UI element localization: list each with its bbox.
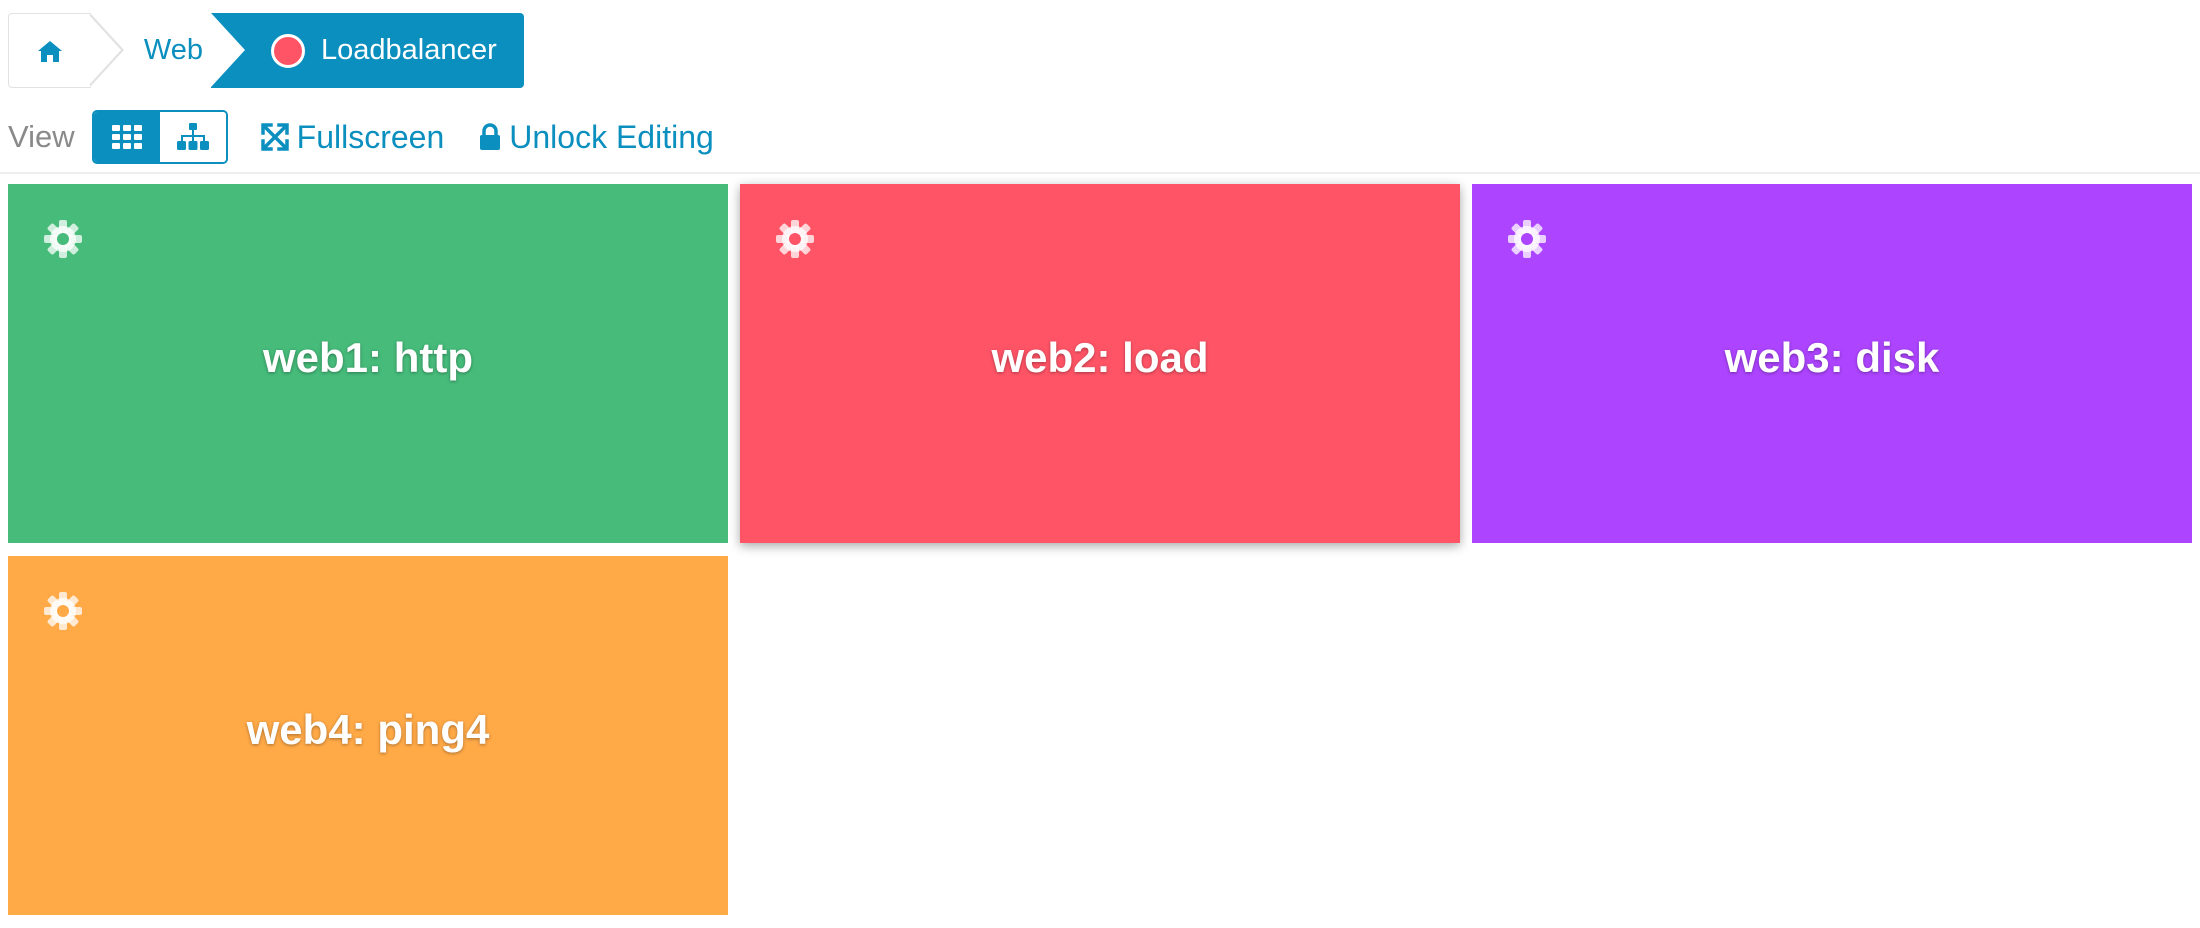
tile-title: web3: disk <box>1724 334 1940 381</box>
tile-web4[interactable]: web4: ping4 <box>8 556 728 915</box>
tile-title: web1: http <box>263 334 473 381</box>
view-toolbar: View Fullscreen Unlock Editing <box>8 110 749 164</box>
gear-icon[interactable] <box>43 219 83 259</box>
fullscreen-label: Fullscreen <box>296 118 445 155</box>
breadcrumb-home[interactable] <box>8 13 91 88</box>
expand-icon <box>260 123 289 151</box>
view-toggle-group <box>91 110 228 164</box>
fullscreen-button[interactable]: Fullscreen <box>260 118 445 156</box>
status-indicator <box>271 33 305 68</box>
breadcrumb-item-web[interactable]: Web <box>88 13 211 88</box>
tile-title: web4: ping4 <box>246 706 490 753</box>
grid-icon <box>111 125 142 149</box>
tile-web2[interactable]: web2: load <box>740 184 1460 543</box>
breadcrumb-current-label: Loadbalancer <box>321 34 497 66</box>
unlock-editing-button[interactable]: Unlock Editing <box>479 119 714 156</box>
gear-icon[interactable] <box>1507 219 1547 259</box>
unlock-editing-label: Unlock Editing <box>509 118 714 155</box>
breadcrumb: Web Loadbalancer <box>8 13 524 88</box>
tile-web3[interactable]: web3: disk <box>1472 184 2192 543</box>
gear-icon[interactable] <box>43 591 83 631</box>
gear-icon[interactable] <box>775 219 815 259</box>
breadcrumb-item-label: Web <box>143 34 203 66</box>
tile-web1[interactable]: web1: http <box>8 184 728 543</box>
breadcrumb-current: Loadbalancer <box>211 13 524 88</box>
view-label: View <box>8 119 75 154</box>
sitemap-icon <box>176 123 209 150</box>
tile-title: web2: load <box>991 334 1209 381</box>
lock-icon <box>480 123 501 150</box>
home-icon <box>38 40 62 62</box>
grid-view-button[interactable] <box>93 112 160 162</box>
toolbar-divider <box>0 172 2200 174</box>
tree-view-button[interactable] <box>159 112 226 162</box>
